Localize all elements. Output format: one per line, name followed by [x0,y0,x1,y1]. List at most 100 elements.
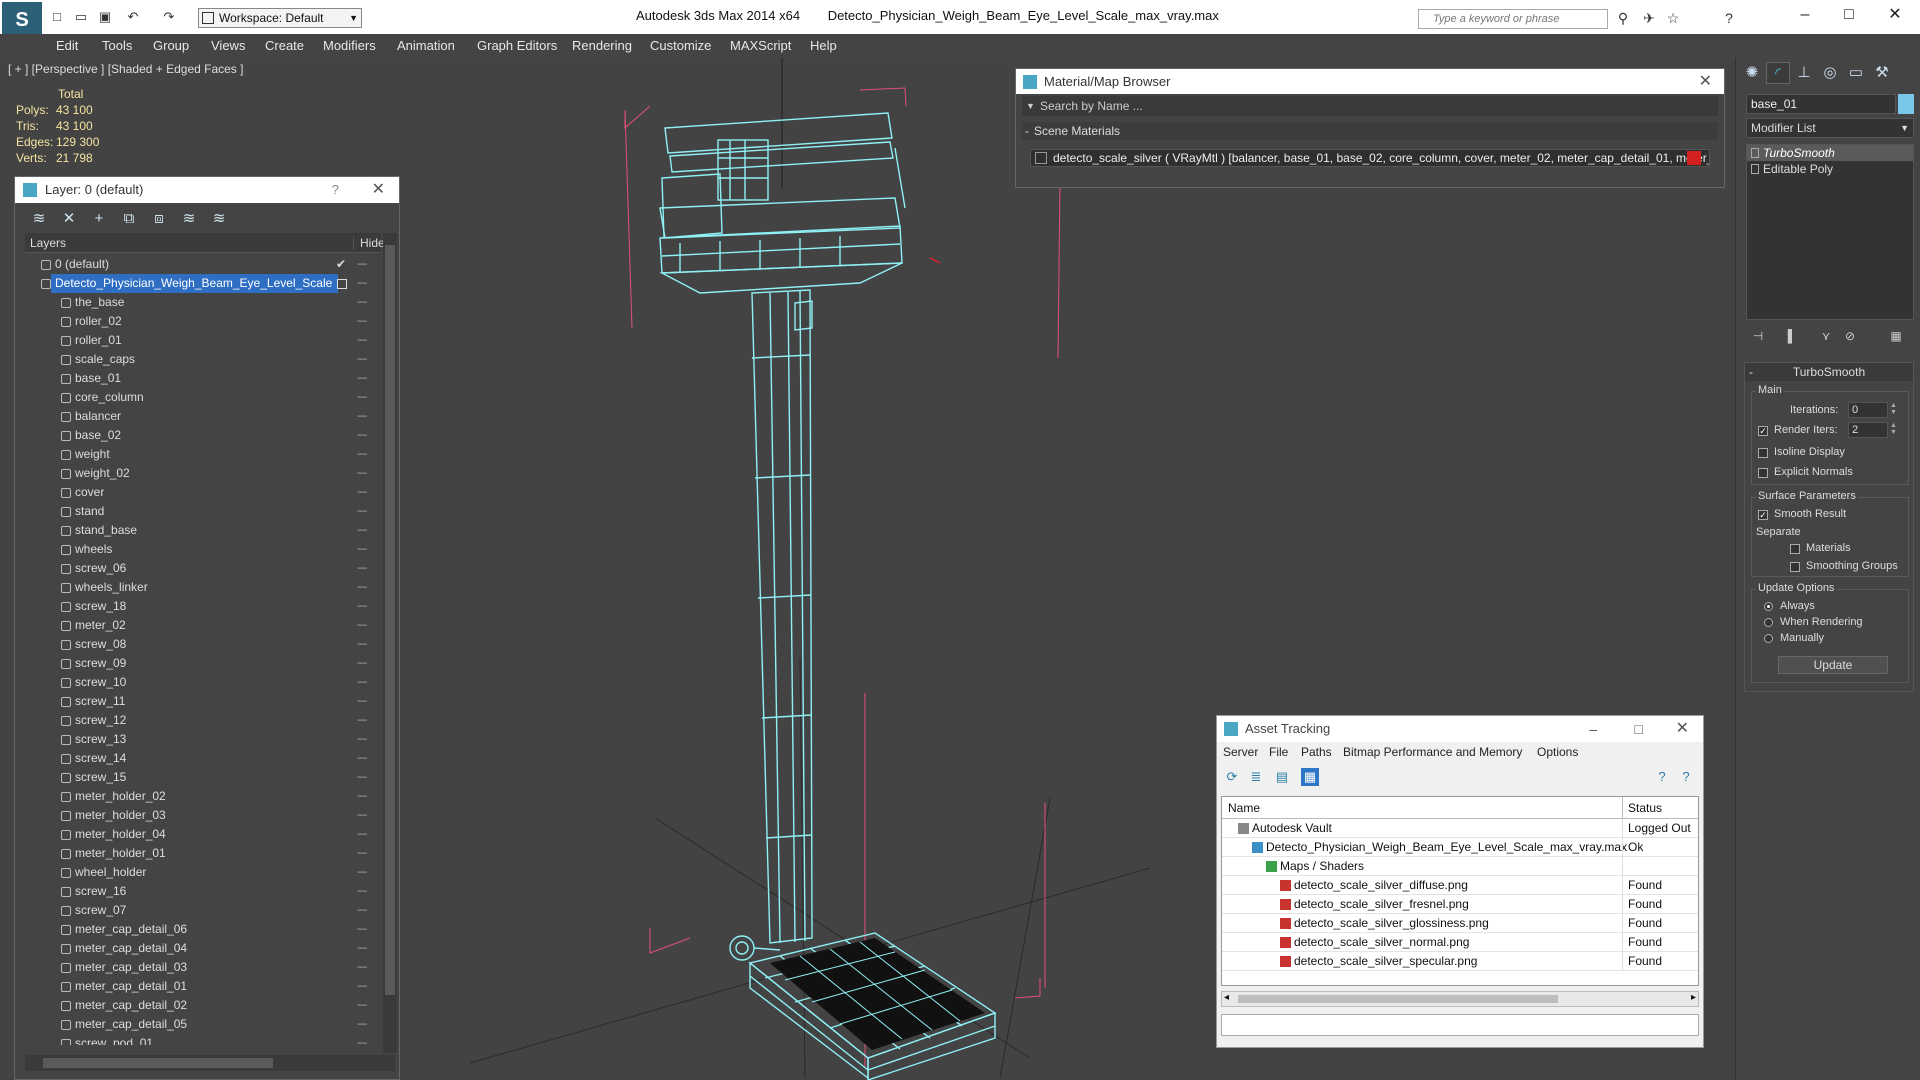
rollout-header[interactable]: - TurboSmooth [1745,363,1913,381]
hide-toggle[interactable]: ---- [357,502,367,521]
object-row[interactable]: screw_13 ---- [25,730,381,749]
render-iters-spinner[interactable]: 2 [1848,422,1888,438]
help-icon[interactable]: ? [332,177,339,203]
menu-graph-editors[interactable]: Graph Editors [477,34,557,58]
open-file-icon[interactable]: ▭ [72,8,90,26]
hide-toggle[interactable]: ---- [357,597,367,616]
hide-toggle[interactable]: ---- [357,369,367,388]
object-row[interactable]: base_02 ---- [25,426,381,445]
hide-toggle[interactable]: ---- [357,825,367,844]
hide-toggle[interactable]: ---- [357,483,367,502]
display-tab-icon[interactable]: ▭ [1844,62,1868,84]
object-row[interactable]: weight_02 ---- [25,464,381,483]
hide-toggle[interactable]: ---- [357,464,367,483]
menu-help[interactable]: Help [810,34,837,58]
hide-toggle[interactable]: ---- [357,312,367,331]
hide-toggle[interactable]: ---- [357,787,367,806]
hide-all-icon[interactable]: ≋ [179,209,199,229]
object-row[interactable]: screw_09 ---- [25,654,381,673]
menu-tools[interactable]: Tools [102,34,132,58]
hide-toggle[interactable]: ---- [357,863,367,882]
always-radio[interactable] [1764,602,1773,611]
menu-bitmap-performance[interactable]: Bitmap Performance and Memory [1343,745,1522,759]
object-row[interactable]: screw_07 ---- [25,901,381,920]
asset-row[interactable]: detecto_scale_silver_fresnel.png Found [1222,895,1698,914]
object-row[interactable]: meter_cap_detail_01 ---- [25,977,381,996]
add-to-layer-icon[interactable]: + [89,209,109,229]
table-view-icon[interactable]: ▦ [1301,768,1319,786]
close-button[interactable]: ✕ [1676,716,1689,742]
column-layers[interactable]: Layers [30,236,66,250]
stack-item-editable-poly[interactable]: Editable Poly [1747,161,1913,177]
hide-toggle[interactable]: ---- [357,635,367,654]
hide-toggle[interactable]: ---- [357,844,367,863]
hide-toggle[interactable]: ---- [357,730,367,749]
make-unique-icon[interactable]: ⋎ [1818,328,1834,344]
column-status[interactable]: Status [1628,801,1662,815]
object-row[interactable]: stand_base ---- [25,521,381,540]
object-row[interactable]: screw_08 ---- [25,635,381,654]
hide-toggle[interactable]: ---- [357,274,367,293]
hide-toggle[interactable]: ---- [357,521,367,540]
hide-toggle[interactable]: ---- [357,939,367,958]
asset-row[interactable]: detecto_scale_silver_diffuse.png Found [1222,876,1698,895]
layer-row-selected[interactable]: Detecto_Physician_Weigh_Beam_Eye_Level_S… [25,274,381,293]
object-row[interactable]: the_base ---- [25,293,381,312]
menu-customize[interactable]: Customize [650,34,711,58]
smooth-result-checkbox[interactable]: ✓ [1758,510,1768,520]
object-row[interactable]: base_01 ---- [25,369,381,388]
communication-center-icon[interactable]: ✈ [1640,9,1658,27]
modifier-list-dropdown[interactable]: Modifier List ▼ [1746,118,1914,138]
hide-toggle[interactable]: ---- [357,901,367,920]
object-row[interactable]: stand ---- [25,502,381,521]
layer-vertical-scrollbar[interactable] [383,233,397,1053]
hide-toggle[interactable]: ---- [357,578,367,597]
hide-toggle[interactable]: ---- [357,673,367,692]
menu-paths[interactable]: Paths [1301,745,1332,759]
hide-toggle[interactable]: ---- [357,1015,367,1034]
scroll-thumb[interactable] [43,1058,273,1068]
layer-row-default[interactable]: 0 (default) ✔ ---- [25,255,381,274]
workspace-dropdown[interactable]: Workspace: Default ▼ [198,8,362,28]
pin-stack-icon[interactable]: ⊣ [1750,328,1766,344]
object-row[interactable]: meter_cap_detail_03 ---- [25,958,381,977]
asset-tracking-title-bar[interactable]: Asset Tracking – □ ✕ [1217,716,1703,742]
when-rendering-radio[interactable] [1764,618,1773,627]
object-row[interactable]: core_column ---- [25,388,381,407]
render-iters-checkbox[interactable]: ✓ [1758,426,1768,436]
object-row[interactable]: wheel_holder ---- [25,863,381,882]
object-row[interactable]: scale_caps ---- [25,350,381,369]
show-end-result-icon[interactable]: ▌ [1784,328,1800,344]
object-row[interactable]: meter_cap_detail_02 ---- [25,996,381,1015]
object-row[interactable]: meter_holder_04 ---- [25,825,381,844]
layer-panel-title-bar[interactable]: Layer: 0 (default) ? ✕ [15,177,399,203]
hide-toggle[interactable]: ---- [357,977,367,996]
object-row[interactable]: meter_holder_02 ---- [25,787,381,806]
new-file-icon[interactable]: □ [48,8,66,26]
hide-toggle[interactable]: ---- [357,654,367,673]
scroll-left-icon[interactable]: ◂ [1224,992,1229,1003]
delete-layer-icon[interactable]: ✕ [59,209,79,229]
scroll-thumb[interactable] [385,245,395,995]
lightbulb-icon[interactable] [1751,148,1759,158]
thumbnail-view-icon[interactable]: ▤ [1273,768,1291,786]
minimize-button[interactable]: – [1790,4,1820,26]
undo-icon[interactable]: ↶ [124,8,142,26]
maximize-button[interactable]: □ [1834,4,1864,26]
hide-toggle[interactable]: ---- [357,1034,367,1045]
object-row[interactable]: roller_02 ---- [25,312,381,331]
asset-row[interactable]: Maps / Shaders [1222,857,1698,876]
select-objects-icon[interactable]: ⧉ [119,209,139,229]
hide-toggle[interactable]: ---- [357,407,367,426]
help-icon[interactable]: ? [1720,9,1738,27]
create-layer-icon[interactable]: ≋ [29,209,49,229]
search-input[interactable]: Type a keyword or phrase [1418,9,1608,29]
object-row[interactable]: screw_10 ---- [25,673,381,692]
highlight-layer-icon[interactable]: ⧈ [149,209,169,229]
favorites-icon[interactable]: ☆ [1664,9,1682,27]
object-row[interactable]: cover ---- [25,483,381,502]
hide-toggle[interactable]: ---- [357,350,367,369]
hide-toggle[interactable]: ---- [357,388,367,407]
menu-animation[interactable]: Animation [397,34,455,58]
smoothing-groups-checkbox[interactable] [1790,562,1800,572]
